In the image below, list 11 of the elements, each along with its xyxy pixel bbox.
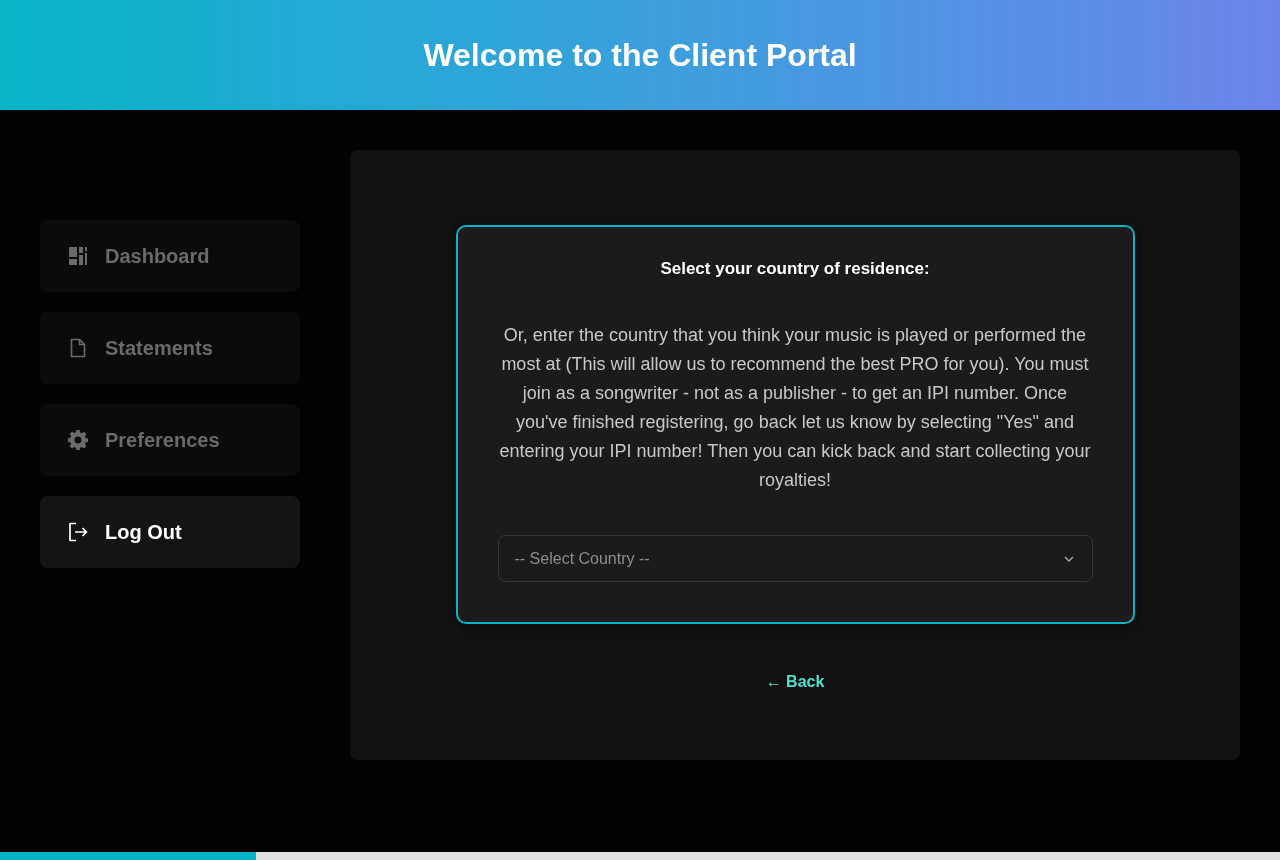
- card-description: Or, enter the country that you think your music is played or performed the most at (This will allow us to recommend the best PRO for you). You must join as a songwriter - not as a publisher - to get an IPI number. Once you've finished registering, go back let us know by selecting "Yes" and entering your IPI number! Then you can kick back and start collecting your royalties!: [498, 324, 1092, 492]
- page-title: Welcome to the Client Portal: [423, 36, 857, 74]
- country-select[interactable]: -- Select Country --: [497, 535, 1093, 582]
- card-heading: Select your country of residence:: [660, 258, 930, 280]
- sidebar-item[interactable]: Log Out: [40, 496, 300, 568]
- chevron-icon: [1063, 555, 1074, 562]
- document-icon: [68, 338, 88, 358]
- back-link[interactable]: ← Back: [765, 673, 825, 691]
- logout-icon: [68, 522, 88, 542]
- gear-icon: [68, 430, 88, 450]
- dashboard-icon: [68, 246, 88, 266]
